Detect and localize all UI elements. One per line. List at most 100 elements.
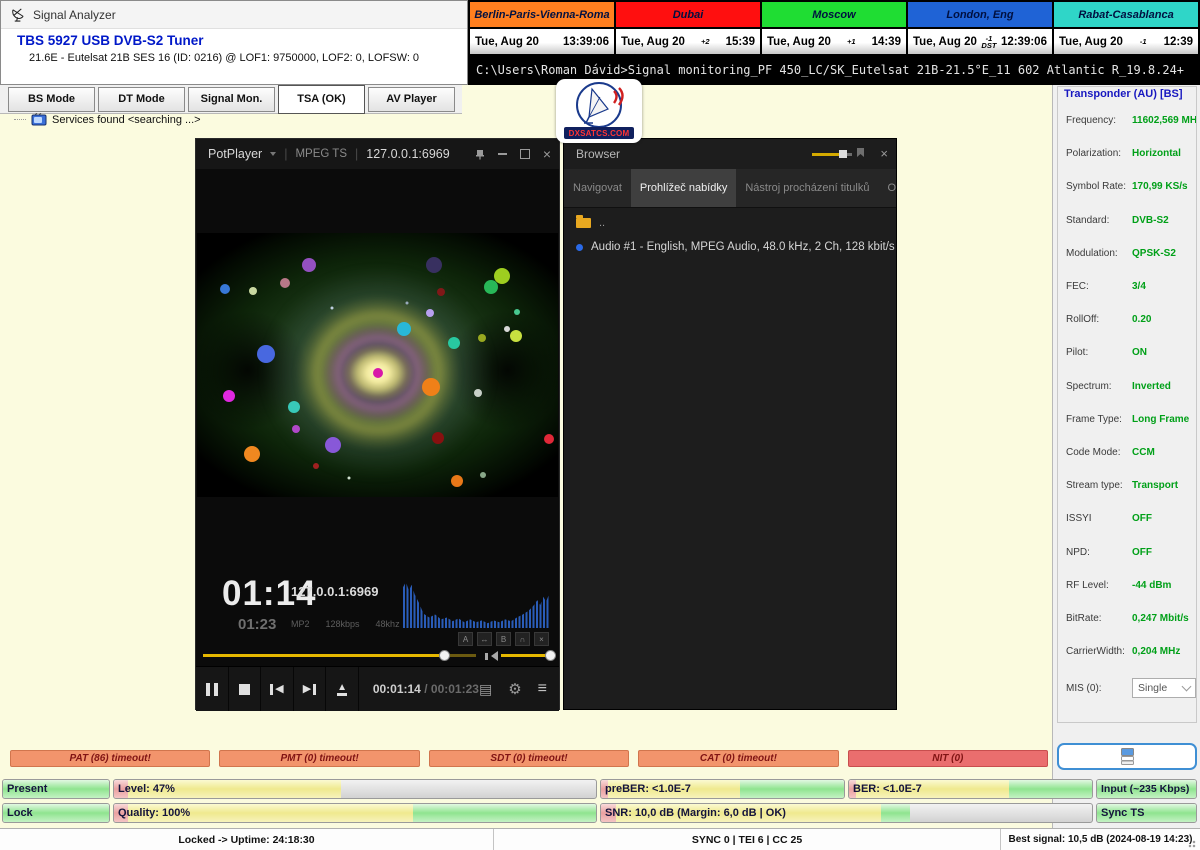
services-tree-item[interactable]: Services found <searching ...> [14, 113, 201, 126]
transponder-box: Transponder (AU) [BS] Frequency:11602,56… [1057, 86, 1197, 723]
browser-titlebar[interactable]: Browser × [564, 139, 896, 169]
psi-status-row: PAT (86) timeout! PMT (0) timeout! SDT (… [10, 750, 1048, 767]
tv-icon [31, 113, 47, 126]
present-indicator: Present [2, 779, 110, 799]
frame-type-value: Long Frame [1132, 414, 1189, 425]
audio-spectrum-visualizer [403, 580, 549, 628]
satellite-dish-icon [11, 7, 26, 22]
sync-ts-indicator: Sync TS [1096, 803, 1197, 823]
window-titlebar: Signal Analyzer [1, 1, 467, 29]
signal-analyzer-screen: Signal Analyzer TBS 5927 USB DVB-S2 Tune… [0, 0, 1200, 850]
pin-icon[interactable] [475, 149, 485, 160]
opacity-slider[interactable] [812, 153, 852, 156]
folder-up-label: .. [599, 217, 605, 229]
playback-time-total: 01:23 [238, 616, 276, 633]
audio-dot-icon [576, 244, 583, 251]
status-bar: Locked -> Uptime: 24:18:30 SYNC 0 | TEI … [0, 828, 1200, 850]
previous-button[interactable]: ◀ [261, 667, 294, 711]
maximize-icon[interactable] [520, 149, 530, 159]
issyi-value: OFF [1132, 513, 1152, 524]
clock-city: Dubai [616, 2, 762, 27]
pin-icon[interactable] [855, 147, 866, 160]
pilot-value: ON [1132, 347, 1147, 358]
settings-gear-icon[interactable]: ⚙ [508, 680, 521, 698]
spectrum-value: Inverted [1132, 381, 1171, 392]
eject-icon: ▲ [337, 683, 347, 696]
folder-up-item[interactable]: .. [564, 208, 896, 233]
mis-dropdown[interactable]: Single [1132, 678, 1196, 698]
window-title: Signal Analyzer [33, 8, 116, 22]
rolloff-value: 0.20 [1132, 314, 1151, 325]
input-indicator: Input (~235 Kbps) [1096, 779, 1197, 799]
tab-online[interactable]: Online : [878, 169, 896, 207]
chevron-down-icon[interactable] [270, 152, 276, 159]
quality-bar: Quality: 100% [113, 803, 597, 823]
tab-navigovat[interactable]: Navigovat [564, 169, 631, 207]
potplayer-controls: ◀ ▶ ▲ 00:01:14 / 00:01:23 ▤ ⚙ ≡ [196, 666, 559, 711]
signal-mon-button[interactable]: Signal Mon. [188, 87, 275, 112]
browser-title: Browser [576, 147, 620, 161]
ts-record-button[interactable] [1057, 743, 1197, 770]
seek-row [196, 644, 559, 666]
visualization-particles [197, 233, 558, 497]
audio-track-item[interactable]: Audio #1 - English, MPEG Audio, 48.0 kHz… [564, 233, 896, 261]
nit-status: NIT (0) [848, 750, 1048, 767]
speaker-icon[interactable] [485, 651, 498, 661]
slider-thumb[interactable] [839, 150, 847, 158]
tsa-button[interactable]: TSA (OK) [278, 85, 365, 114]
services-label: Services found <searching ...> [52, 114, 201, 126]
menu-icon[interactable]: ≡ [538, 680, 547, 698]
symbol-rate-value: 170,99 KS/s [1132, 181, 1188, 192]
minimize-icon[interactable] [498, 153, 507, 155]
bs-mode-button[interactable]: BS Mode [8, 87, 95, 112]
playlist-icon[interactable]: ▤ [479, 681, 492, 698]
clock-time: Tue, Aug 20 -1 12:39 [1054, 29, 1198, 54]
stream-type: MPEG TS [295, 148, 347, 160]
prev-track-icon: ◀ [270, 684, 283, 695]
tuner-name: TBS 5927 USB DVB-S2 Tuner [17, 33, 467, 48]
tab-prohlizec-nabidky[interactable]: Prohlížeč nabídky [631, 169, 736, 207]
tab-nastroj-prochazeni-titulku[interactable]: Nástroj procházení titulků [736, 169, 878, 207]
stream-type-value: Transport [1132, 480, 1178, 491]
folder-icon [576, 218, 591, 228]
close-icon[interactable]: × [880, 146, 888, 161]
status-uptime: Locked -> Uptime: 24:18:30 [0, 829, 494, 850]
polarization-value: Horizontal [1132, 148, 1181, 159]
resize-grip[interactable] [1188, 838, 1198, 848]
dxsatcs-logo-text: DXSATCS.COM [564, 127, 634, 139]
sdt-status: SDT (0) timeout! [429, 750, 629, 767]
next-button[interactable]: ▶ [294, 667, 327, 711]
pause-icon [206, 683, 210, 696]
dt-mode-button[interactable]: DT Mode [98, 87, 185, 112]
cat-status: CAT (0) timeout! [638, 750, 838, 767]
potplayer-window: PotPlayer | MPEG TS | 127.0.0.1:6969 × [195, 138, 560, 710]
browser-tab-bar: Navigovat Prohlížeč nabídky Nástroj proc… [564, 169, 896, 208]
potplayer-app-name: PotPlayer [208, 147, 262, 161]
stop-button[interactable] [229, 667, 262, 711]
pause-button[interactable] [196, 667, 229, 711]
volume-bar[interactable] [501, 654, 551, 657]
modulation-value: QPSK-S2 [1132, 248, 1176, 259]
potplayer-info-area: 01:14 01:23 127.0.0.1:6969 MP2 128kbps 4… [196, 576, 559, 644]
eject-button[interactable]: ▲ [326, 667, 359, 711]
close-icon[interactable]: × [543, 148, 551, 160]
status-best-signal: Best signal: 10,5 dB (2024-08-19 14:23) [1001, 829, 1200, 850]
potplayer-titlebar[interactable]: PotPlayer | MPEG TS | 127.0.0.1:6969 × [196, 139, 559, 169]
fec-value: 3/4 [1132, 281, 1146, 292]
seek-time-display: 00:01:14 / 00:01:23 [373, 682, 479, 696]
av-player-button[interactable]: AV Player [368, 87, 455, 112]
seek-bar[interactable] [203, 654, 476, 657]
clock-city: Rabat-Casablanca [1054, 2, 1198, 27]
clock-city: London, Eng [908, 2, 1054, 27]
volume-thumb[interactable] [545, 650, 556, 661]
bitrate-value: 0,247 Mbit/s [1132, 613, 1189, 624]
status-sync: SYNC 0 | TEI 6 | CC 25 [494, 829, 1001, 850]
audio-track-label: Audio #1 - English, MPEG Audio, 48.0 kHz… [591, 241, 896, 253]
app-window-header: Signal Analyzer TBS 5927 USB DVB-S2 Tune… [0, 0, 468, 85]
seek-thumb[interactable] [439, 650, 450, 661]
frequency-value: 11602,569 MHz [1132, 115, 1197, 126]
codec-bitrate: 128kbps [326, 619, 360, 629]
clock-time: Tue, Aug 20 +1 14:39 [762, 29, 908, 54]
clock-time: Tue, Aug 20 -1DST 12:39:06 [908, 29, 1054, 54]
clock-city: Moscow [762, 2, 908, 27]
